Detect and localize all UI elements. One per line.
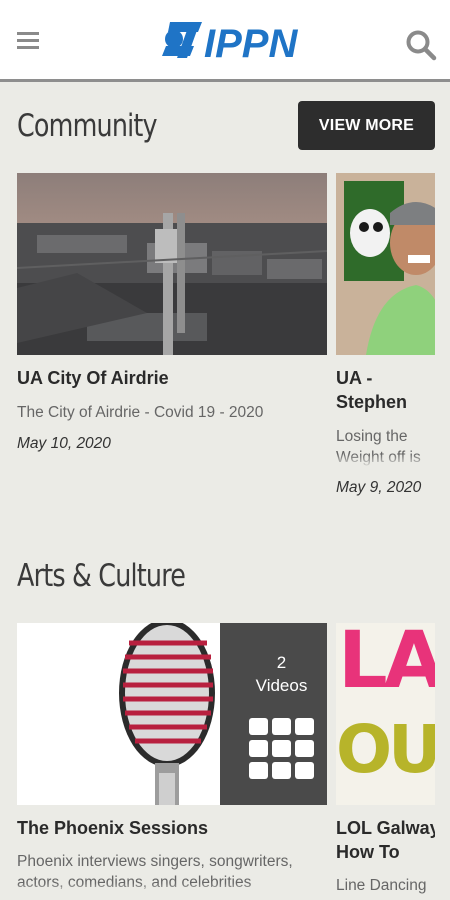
card-description: Line Dancing xyxy=(336,877,427,894)
video-card-stephen[interactable]: UA - Stephen weight loss Losing the Weig… xyxy=(336,173,435,503)
ippn-logo[interactable]: IPPN xyxy=(160,16,300,64)
description-fade xyxy=(17,883,327,897)
card-title[interactable]: LOL Galway How To xyxy=(336,816,435,866)
hamburger-menu-icon[interactable] xyxy=(17,32,39,49)
video-count-text: 2 Videos xyxy=(220,651,327,697)
thumbnail-text-top: LA xyxy=(338,623,435,706)
logo-text: IPPN xyxy=(204,22,298,64)
card-title[interactable]: The Phoenix Sessions xyxy=(17,816,327,840)
app-header: IPPN xyxy=(0,0,450,82)
video-card-phoenix-sessions[interactable]: 2 Videos The Phoenix Sessions Phoenix in… xyxy=(17,623,327,900)
video-count: 2 xyxy=(276,653,287,672)
thumbnail-text-bottom: OUT xyxy=(336,711,435,788)
search-icon[interactable] xyxy=(404,28,438,62)
section-title-community: Community xyxy=(17,108,158,144)
video-card-lol-galway[interactable]: LA OUT LOL Galway How To Line Dancing xyxy=(336,623,435,900)
video-count-label: Videos xyxy=(255,676,308,695)
thumbnail-airdrie[interactable] xyxy=(17,173,327,355)
card-date: May 10, 2020 xyxy=(17,435,111,452)
card-title[interactable]: UA City Of Airdrie xyxy=(17,366,327,390)
thumbnail-lol-galway[interactable]: LA OUT xyxy=(336,623,435,805)
thumbnail-stephen[interactable] xyxy=(336,173,435,355)
card-title[interactable]: UA - Stephen weight loss xyxy=(336,366,435,416)
view-more-button[interactable]: VIEW MORE xyxy=(298,101,435,150)
video-count-overlay[interactable]: 2 Videos xyxy=(220,623,327,805)
card-description: The City of Airdrie - Covid 19 - 2020 xyxy=(17,404,264,421)
video-card-airdrie[interactable]: UA City Of Airdrie The City of Airdrie -… xyxy=(17,173,327,473)
card-date: May 9, 2020 xyxy=(336,479,422,496)
section-title-arts-culture: Arts & Culture xyxy=(17,558,186,594)
description-fade xyxy=(336,454,435,468)
grid-icon xyxy=(249,718,315,780)
